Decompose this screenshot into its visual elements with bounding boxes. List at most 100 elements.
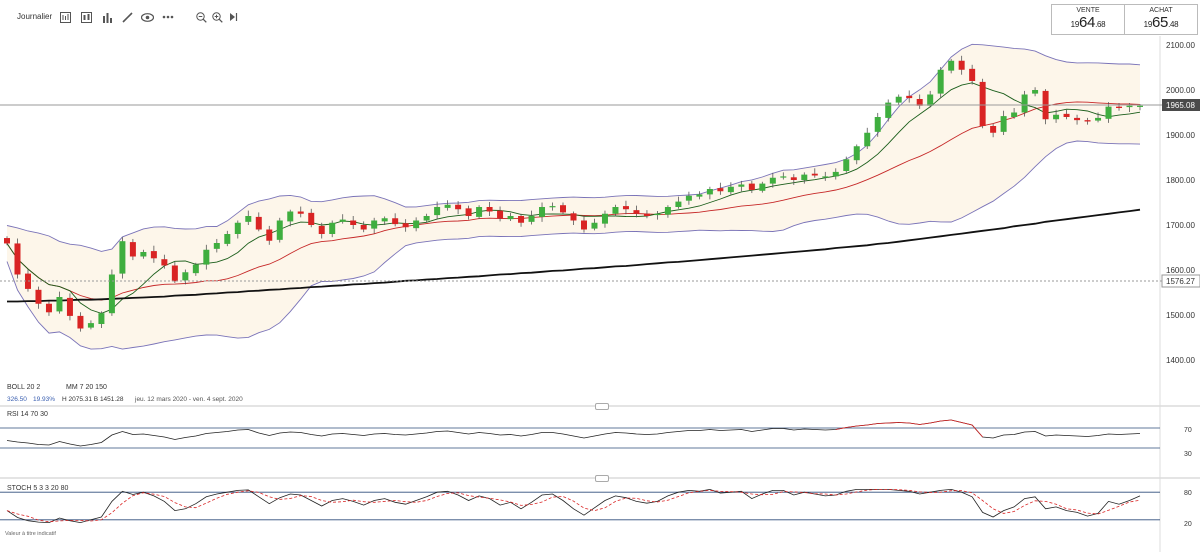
candle-body — [486, 207, 493, 212]
candle-body — [234, 222, 241, 234]
high-low: H 2075.31 B 1451.28 — [62, 396, 124, 403]
rsi-tick: 30 — [1184, 451, 1192, 458]
rsi-overbought-segment — [856, 424, 868, 427]
candle-body — [108, 274, 115, 314]
candle-body — [119, 241, 126, 274]
rsi-overbought-segment — [888, 422, 899, 424]
candle-body — [591, 222, 598, 229]
price-tick: 2100.00 — [1166, 41, 1195, 50]
candle-body — [549, 206, 556, 208]
boll-percent: 19.93% — [33, 396, 55, 403]
rsi-overbought-segment — [940, 419, 952, 422]
candle-body — [969, 68, 976, 81]
candle-body — [1137, 105, 1143, 107]
candle-body — [4, 238, 10, 244]
candle-body — [1000, 116, 1007, 132]
candle-body — [213, 243, 220, 249]
candle-body — [759, 183, 766, 191]
candle-body — [601, 213, 608, 224]
rsi-resize-handle[interactable] — [595, 403, 609, 410]
stoch-legend: STOCH 5 3 3 20 80 — [7, 485, 68, 492]
price-chart[interactable]: 2100.00 2000.00 1900.00 1800.00 1700.00 … — [0, 0, 1200, 552]
candle-body — [1126, 105, 1133, 108]
candle-body — [696, 194, 703, 197]
candle-body — [497, 210, 504, 219]
candle-body — [444, 204, 451, 208]
candle-body — [874, 117, 881, 132]
candle-body — [801, 174, 808, 180]
rsi-overbought-segment — [951, 419, 962, 423]
candle-body — [308, 212, 315, 225]
candle-body — [1095, 117, 1102, 121]
candle-body — [1032, 90, 1039, 94]
candle-body — [245, 216, 252, 222]
candle-body — [171, 265, 178, 282]
candle-body — [192, 264, 199, 274]
price-tick: 1800.00 — [1166, 176, 1195, 185]
candle-body — [622, 206, 629, 210]
rsi-overbought-segment — [898, 422, 910, 424]
candle-body — [570, 213, 577, 221]
candle-body — [560, 205, 567, 213]
candle-body — [150, 251, 157, 259]
candle-body — [958, 60, 965, 70]
price-axis: 2100.00 2000.00 1900.00 1800.00 1700.00 … — [1166, 41, 1195, 365]
candle-body — [465, 208, 472, 216]
stoch-k-line — [6, 488, 1141, 524]
candle-body — [1021, 94, 1028, 113]
candle-body — [1063, 113, 1070, 117]
candle-body — [832, 171, 839, 177]
rsi-overbought-segment — [930, 420, 941, 424]
candle-body — [790, 177, 797, 180]
ma-legend: MM 7 20 150 — [66, 384, 107, 391]
candle-body — [864, 132, 871, 147]
candle-body — [45, 303, 52, 313]
candle-body — [518, 216, 525, 223]
candle-body — [14, 243, 21, 275]
rsi-overbought-segment — [909, 422, 920, 425]
candle-body — [392, 218, 399, 225]
rsi-legend: RSI 14 70 30 — [7, 411, 48, 418]
candle-body — [727, 186, 734, 193]
candle-body — [1105, 106, 1112, 119]
rsi-panel — [0, 419, 1160, 449]
stoch-tick: 20 — [1184, 521, 1192, 528]
disclaimer: Valeur à titre indicatif — [5, 531, 56, 537]
candle-body — [990, 126, 997, 133]
candle-body — [654, 213, 661, 216]
candle-body — [77, 315, 84, 329]
candle-body — [780, 176, 787, 178]
candle-body — [906, 95, 913, 99]
price-tick: 2000.00 — [1166, 86, 1195, 95]
candle-body — [633, 210, 640, 214]
period-range: jeu. 12 mars 2020 - ven. 4 sept. 2020 — [134, 396, 243, 403]
candle-body — [287, 211, 294, 222]
candle-body — [381, 218, 388, 222]
candle-body — [664, 207, 671, 215]
candle-body — [87, 323, 94, 328]
bollinger-bands — [6, 43, 1141, 350]
candle-body — [1084, 120, 1091, 122]
stoch-d-line — [6, 489, 1141, 523]
rsi-line — [6, 419, 1141, 447]
candle-body — [612, 207, 619, 214]
candle-body — [539, 207, 546, 217]
candle-body — [738, 184, 745, 187]
candle-body — [769, 177, 776, 184]
candle-body — [528, 216, 535, 222]
candle-body — [129, 242, 136, 257]
price-tick: 1400.00 — [1166, 356, 1195, 365]
boll-value: 326.50 — [7, 396, 27, 403]
candle-body — [276, 220, 283, 240]
candle-body — [266, 229, 273, 241]
candle-body — [822, 176, 829, 178]
rsi-overbought-segment — [971, 424, 983, 438]
candle-body — [717, 188, 724, 192]
candle-body — [979, 81, 986, 126]
candle-body — [895, 96, 902, 103]
candle-body — [643, 213, 650, 216]
stoch-resize-handle[interactable] — [595, 475, 609, 482]
candle-body — [255, 216, 262, 230]
candle-body — [297, 211, 304, 214]
rsi-overbought-segment — [961, 422, 973, 426]
